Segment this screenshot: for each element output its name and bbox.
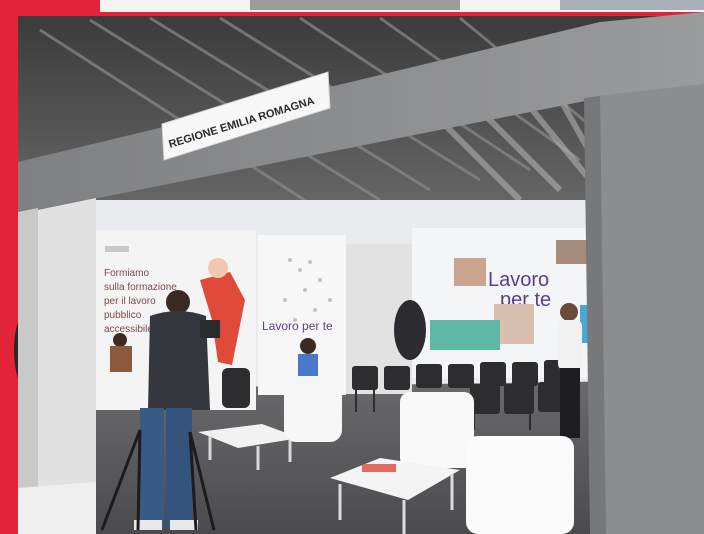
person-back	[394, 300, 426, 360]
photo-frame: Formiamo sulla formazione per il lavoro …	[0, 0, 704, 534]
pouf	[400, 392, 474, 468]
side-text-line: pubblico	[104, 310, 142, 321]
exhibition-booth-photo: Formiamo sulla formazione per il lavoro …	[14, 0, 704, 534]
left-poster-title: Lavoro per te	[262, 319, 333, 333]
right-poster-title-line1: Lavoro	[488, 269, 549, 291]
side-text-line: Formiamo	[104, 268, 149, 279]
photo-content: Formiamo sulla formazione per il lavoro …	[14, 12, 704, 534]
teal-graphic	[430, 320, 500, 350]
portrait-photo	[454, 258, 486, 286]
pouf	[466, 436, 574, 534]
side-text-line: per il lavoro	[104, 296, 156, 307]
side-text-line: sulla formazione	[104, 282, 177, 293]
side-text-line: accessibile	[104, 324, 153, 335]
person-right	[558, 303, 582, 438]
arch-left-pillar	[38, 198, 96, 506]
pouf	[284, 378, 342, 442]
arch-right-pillar	[596, 84, 704, 534]
person-seated	[298, 338, 318, 376]
